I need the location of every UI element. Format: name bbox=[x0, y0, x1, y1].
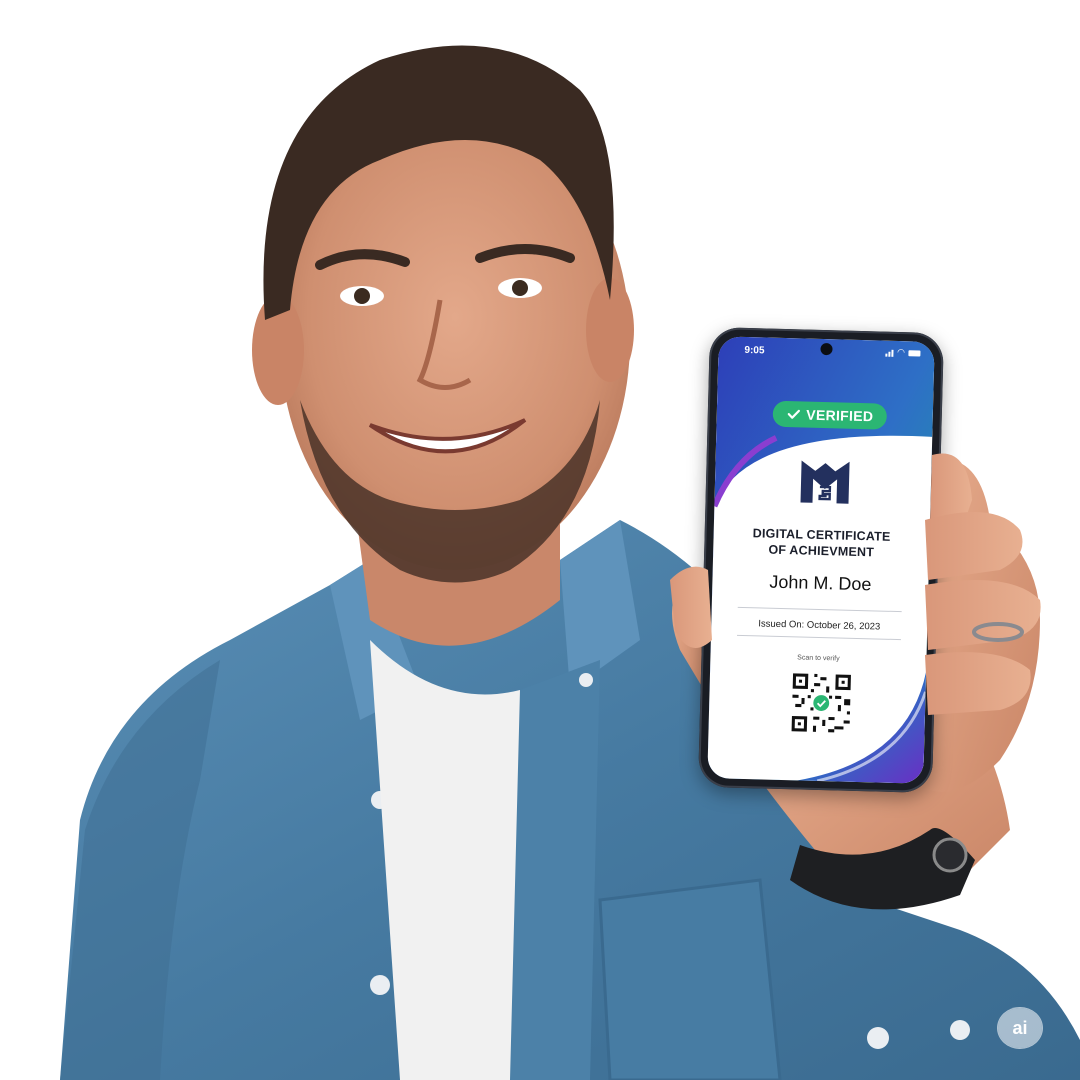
smartphone: 9:05 ◠ VERIFIED DIGITAL CERTIFICATE OF A… bbox=[698, 327, 944, 793]
watermark-badge: ai bbox=[998, 1008, 1042, 1048]
verified-badge: VERIFIED bbox=[772, 400, 888, 430]
monogram-logo-icon bbox=[800, 460, 850, 504]
checkmark-icon bbox=[787, 409, 800, 419]
verified-label: VERIFIED bbox=[806, 406, 874, 425]
qr-code-icon bbox=[788, 670, 855, 736]
status-icons: ◠ bbox=[885, 346, 921, 358]
head bbox=[252, 45, 634, 583]
battery-icon bbox=[908, 350, 921, 357]
status-time: 9:05 bbox=[744, 344, 765, 357]
front-camera bbox=[820, 342, 833, 356]
wifi-icon: ◠ bbox=[897, 346, 905, 358]
signal-icon bbox=[885, 349, 894, 357]
phone-screen: 9:05 ◠ VERIFIED DIGITAL CERTIFICATE OF A… bbox=[707, 336, 935, 784]
qr-code[interactable] bbox=[788, 670, 855, 736]
certificate-title: DIGITAL CERTIFICATE OF ACHIEVMENT bbox=[713, 524, 930, 562]
